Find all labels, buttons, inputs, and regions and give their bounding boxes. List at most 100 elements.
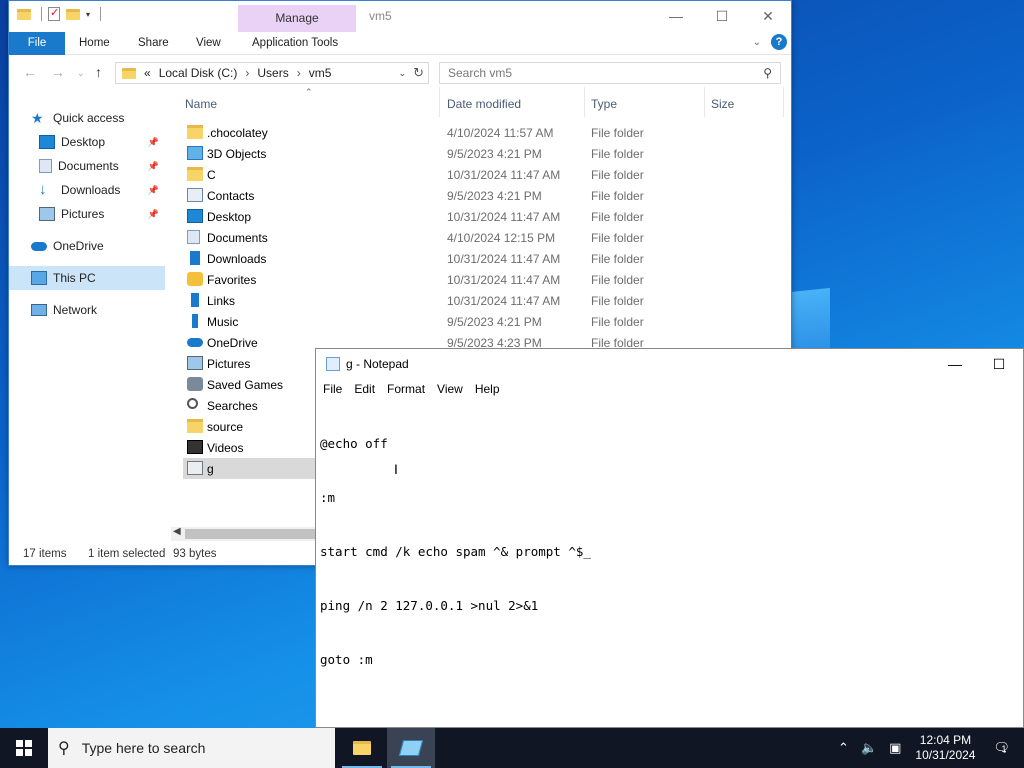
customize-qat-icon[interactable]: ▾ (86, 10, 90, 19)
taskbar-search-box[interactable]: ⚲ Type here to search (48, 728, 335, 768)
table-row[interactable]: 3D Objects 9/5/2023 4:21 PM File folder (183, 143, 783, 164)
sidebar-item-label: Desktop (61, 135, 106, 149)
file-name: source (207, 420, 244, 434)
start-button[interactable] (0, 728, 48, 768)
column-divider[interactable] (704, 87, 705, 117)
file-type: File folder (591, 231, 644, 245)
file-name: OneDrive (207, 336, 258, 350)
file-name: Music (207, 315, 239, 329)
refresh-icon[interactable]: ↻ (413, 65, 424, 81)
qat-separator (100, 7, 102, 21)
table-row[interactable]: Downloads 10/31/2024 11:47 AM File folder (183, 248, 783, 269)
folder-icon (187, 167, 203, 181)
maximize-button[interactable]: ☐ (699, 1, 745, 31)
pin-icon[interactable]: 📌 (148, 137, 159, 148)
tab-share[interactable]: Share (138, 32, 169, 55)
downloads-icon (190, 251, 200, 265)
minimize-button[interactable]: — (932, 349, 978, 379)
notepad-text-area[interactable]: @echo off :m start cmd /k echo spam ^& p… (320, 399, 591, 705)
column-header-type[interactable]: Type (591, 97, 617, 111)
sidebar-item-documents[interactable]: Documents 📌 (39, 154, 165, 178)
expand-ribbon-icon[interactable]: ⌄ (753, 37, 761, 48)
pin-icon[interactable]: 📌 (148, 161, 159, 172)
menu-view[interactable]: View (437, 379, 463, 399)
address-field[interactable]: « Local Disk (C:) › Users › vm5 ⌄ ↻ (115, 62, 429, 84)
table-row[interactable]: g (183, 458, 323, 479)
tab-file[interactable]: File (9, 32, 65, 55)
taskbar-notepad[interactable] (387, 728, 435, 768)
file-explorer-icon (353, 741, 371, 755)
network-status-icon[interactable]: ▣ (889, 740, 901, 756)
menu-help[interactable]: Help (475, 379, 500, 399)
taskbar-file-explorer[interactable] (338, 728, 386, 768)
file-type: File folder (591, 210, 644, 224)
window-title: vm5 (369, 9, 392, 23)
column-divider[interactable] (439, 87, 440, 117)
show-hidden-icons-icon[interactable]: ⌃ (838, 740, 849, 756)
column-header-size[interactable]: Size (711, 97, 734, 111)
file-type: File folder (591, 273, 644, 287)
tab-application-tools[interactable]: Application Tools (252, 32, 338, 55)
forward-arrow-icon[interactable]: → (51, 64, 65, 80)
column-divider[interactable] (584, 87, 585, 117)
file-name: Links (207, 294, 236, 308)
manage-contextual-tab[interactable]: Manage (238, 5, 356, 32)
horizontal-scrollbar[interactable]: ◀ (171, 526, 317, 541)
address-overflow[interactable]: « (144, 66, 151, 80)
file-name: .chocolatey (207, 126, 268, 140)
column-divider[interactable] (783, 87, 784, 117)
breadcrumb-vm5[interactable]: vm5 (309, 66, 332, 80)
new-folder-icon[interactable] (66, 8, 80, 20)
tab-home[interactable]: Home (79, 32, 110, 55)
scrollbar-thumb[interactable] (185, 529, 315, 539)
sidebar-item-network[interactable]: Network (31, 298, 165, 322)
text-line: goto :m (320, 652, 373, 667)
back-arrow-icon[interactable]: ← (23, 64, 37, 80)
table-row[interactable]: Favorites 10/31/2024 11:47 AM File folder (183, 269, 783, 290)
table-row[interactable]: Documents 4/10/2024 12:15 PM File folder (183, 227, 783, 248)
sidebar-item-quick-access[interactable]: ★ Quick access (31, 106, 187, 130)
minimize-button[interactable]: — (653, 1, 699, 31)
column-header-date[interactable]: Date modified (447, 97, 521, 111)
sidebar-item-downloads[interactable]: ↓ Downloads 📌 (39, 178, 165, 202)
menu-edit[interactable]: Edit (354, 379, 375, 399)
tab-view[interactable]: View (196, 32, 221, 55)
menu-format[interactable]: Format (387, 379, 425, 399)
up-arrow-icon[interactable]: ↑ (95, 64, 102, 80)
search-icon (187, 398, 198, 409)
properties-icon[interactable] (48, 6, 60, 21)
file-name: Downloads (207, 252, 267, 266)
sidebar-item-pictures[interactable]: Pictures 📌 (39, 202, 165, 226)
scroll-left-icon[interactable]: ◀ (173, 526, 181, 537)
documents-icon (187, 230, 200, 244)
pin-icon[interactable]: 📌 (148, 185, 159, 196)
maximize-button[interactable]: ☐ (976, 349, 1022, 379)
table-row[interactable]: .chocolatey 4/10/2024 11:57 AM File folder (183, 122, 783, 143)
sidebar-item-this-pc[interactable]: This PC (9, 266, 165, 290)
column-header-name[interactable]: Name (185, 97, 217, 111)
table-row[interactable]: Links 10/31/2024 11:47 AM File folder (183, 290, 783, 311)
breadcrumb-local-disk[interactable]: Local Disk (C:) (159, 66, 238, 80)
address-dropdown-icon[interactable]: ⌄ (398, 68, 406, 79)
sidebar-item-desktop[interactable]: Desktop 📌 (39, 130, 165, 154)
help-icon[interactable]: ? (771, 34, 787, 50)
sidebar-item-onedrive[interactable]: OneDrive (31, 234, 165, 258)
recent-locations-icon[interactable]: ⌄ (77, 68, 85, 79)
file-type: File folder (591, 294, 644, 308)
clock[interactable]: 12:04 PM 10/31/2024 (915, 733, 975, 763)
table-row[interactable]: Desktop 10/31/2024 11:47 AM File folder (183, 206, 783, 227)
table-row[interactable]: C 10/31/2024 11:47 AM File folder (183, 164, 783, 185)
navigation-pane: ★ Quick access Desktop 📌 Documents 📌 ↓ D… (9, 96, 169, 541)
3d-objects-icon (187, 146, 203, 160)
volume-muted-icon[interactable]: 🔈 (861, 740, 877, 756)
breadcrumb-users[interactable]: Users (257, 66, 288, 80)
pin-icon[interactable]: 📌 (148, 209, 159, 220)
search-input[interactable]: Search vm5 ⚲ (439, 62, 781, 84)
close-button[interactable]: ✕ (745, 1, 791, 31)
search-placeholder: Search vm5 (448, 66, 513, 80)
menu-file[interactable]: File (323, 379, 342, 399)
table-row[interactable]: Contacts 9/5/2023 4:21 PM File folder (183, 185, 783, 206)
notifications-icon[interactable]: 🗨 1 (993, 740, 1010, 756)
file-name: Favorites (207, 273, 257, 287)
table-row[interactable]: Music 9/5/2023 4:21 PM File folder (183, 311, 783, 332)
